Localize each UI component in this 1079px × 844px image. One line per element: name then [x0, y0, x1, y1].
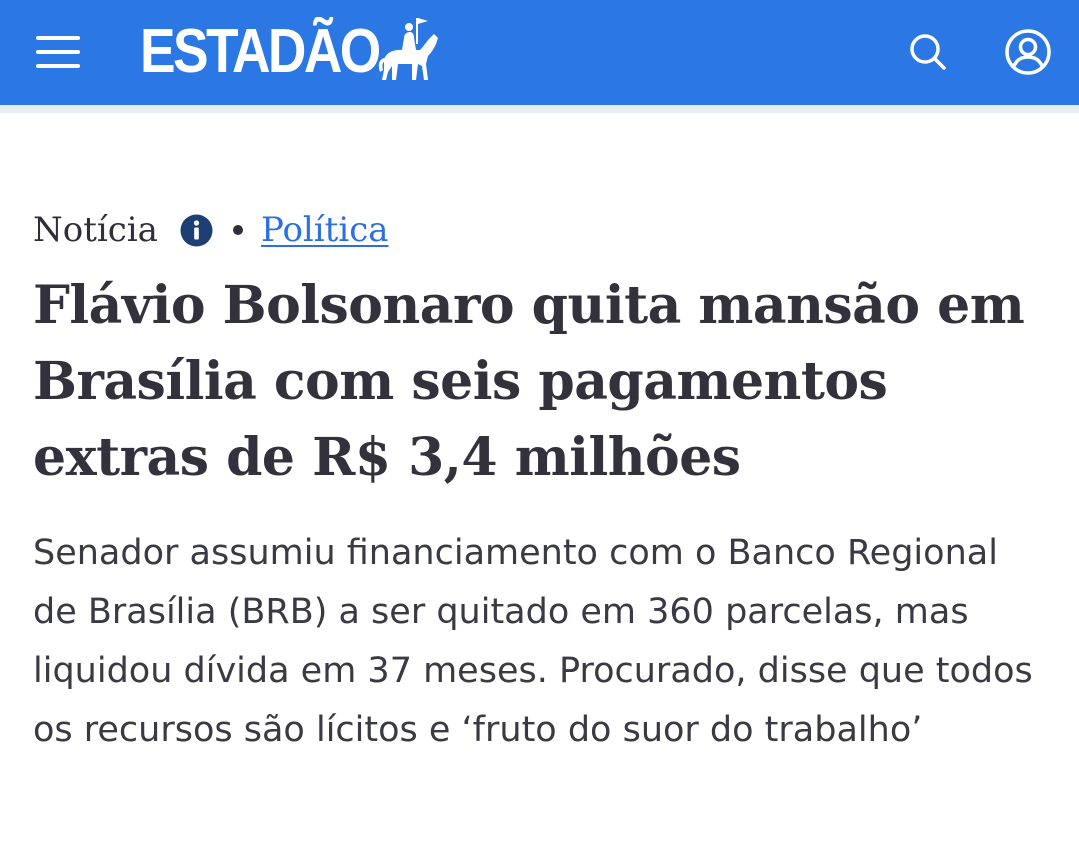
user-account-icon — [1005, 29, 1051, 75]
article-meta: Notícia Política — [33, 200, 1053, 260]
account-button[interactable] — [1004, 28, 1052, 76]
section-link-politica[interactable]: Política — [261, 210, 389, 250]
brand-name: ESTADÃO — [140, 17, 381, 86]
horseman-logo-icon — [378, 18, 438, 80]
top-navigation-bar: ESTADÃO — [0, 0, 1079, 113]
hamburger-menu-icon[interactable] — [36, 36, 80, 72]
article-headline: Flávio Bolsonaro quita mansão em Brasíli… — [33, 275, 1025, 488]
estadao-logo[interactable]: ESTADÃO — [140, 16, 438, 88]
article-subheadline: Senador assumiu financiamento com o Banc… — [33, 533, 1033, 750]
article-type-label: Notícia — [33, 210, 158, 250]
search-button[interactable] — [906, 30, 950, 74]
article-header: Notícia Política Flávio Bolsonaro quita … — [33, 200, 1053, 760]
info-icon[interactable] — [180, 214, 213, 247]
separator-dot — [232, 225, 243, 235]
search-icon — [910, 34, 946, 70]
